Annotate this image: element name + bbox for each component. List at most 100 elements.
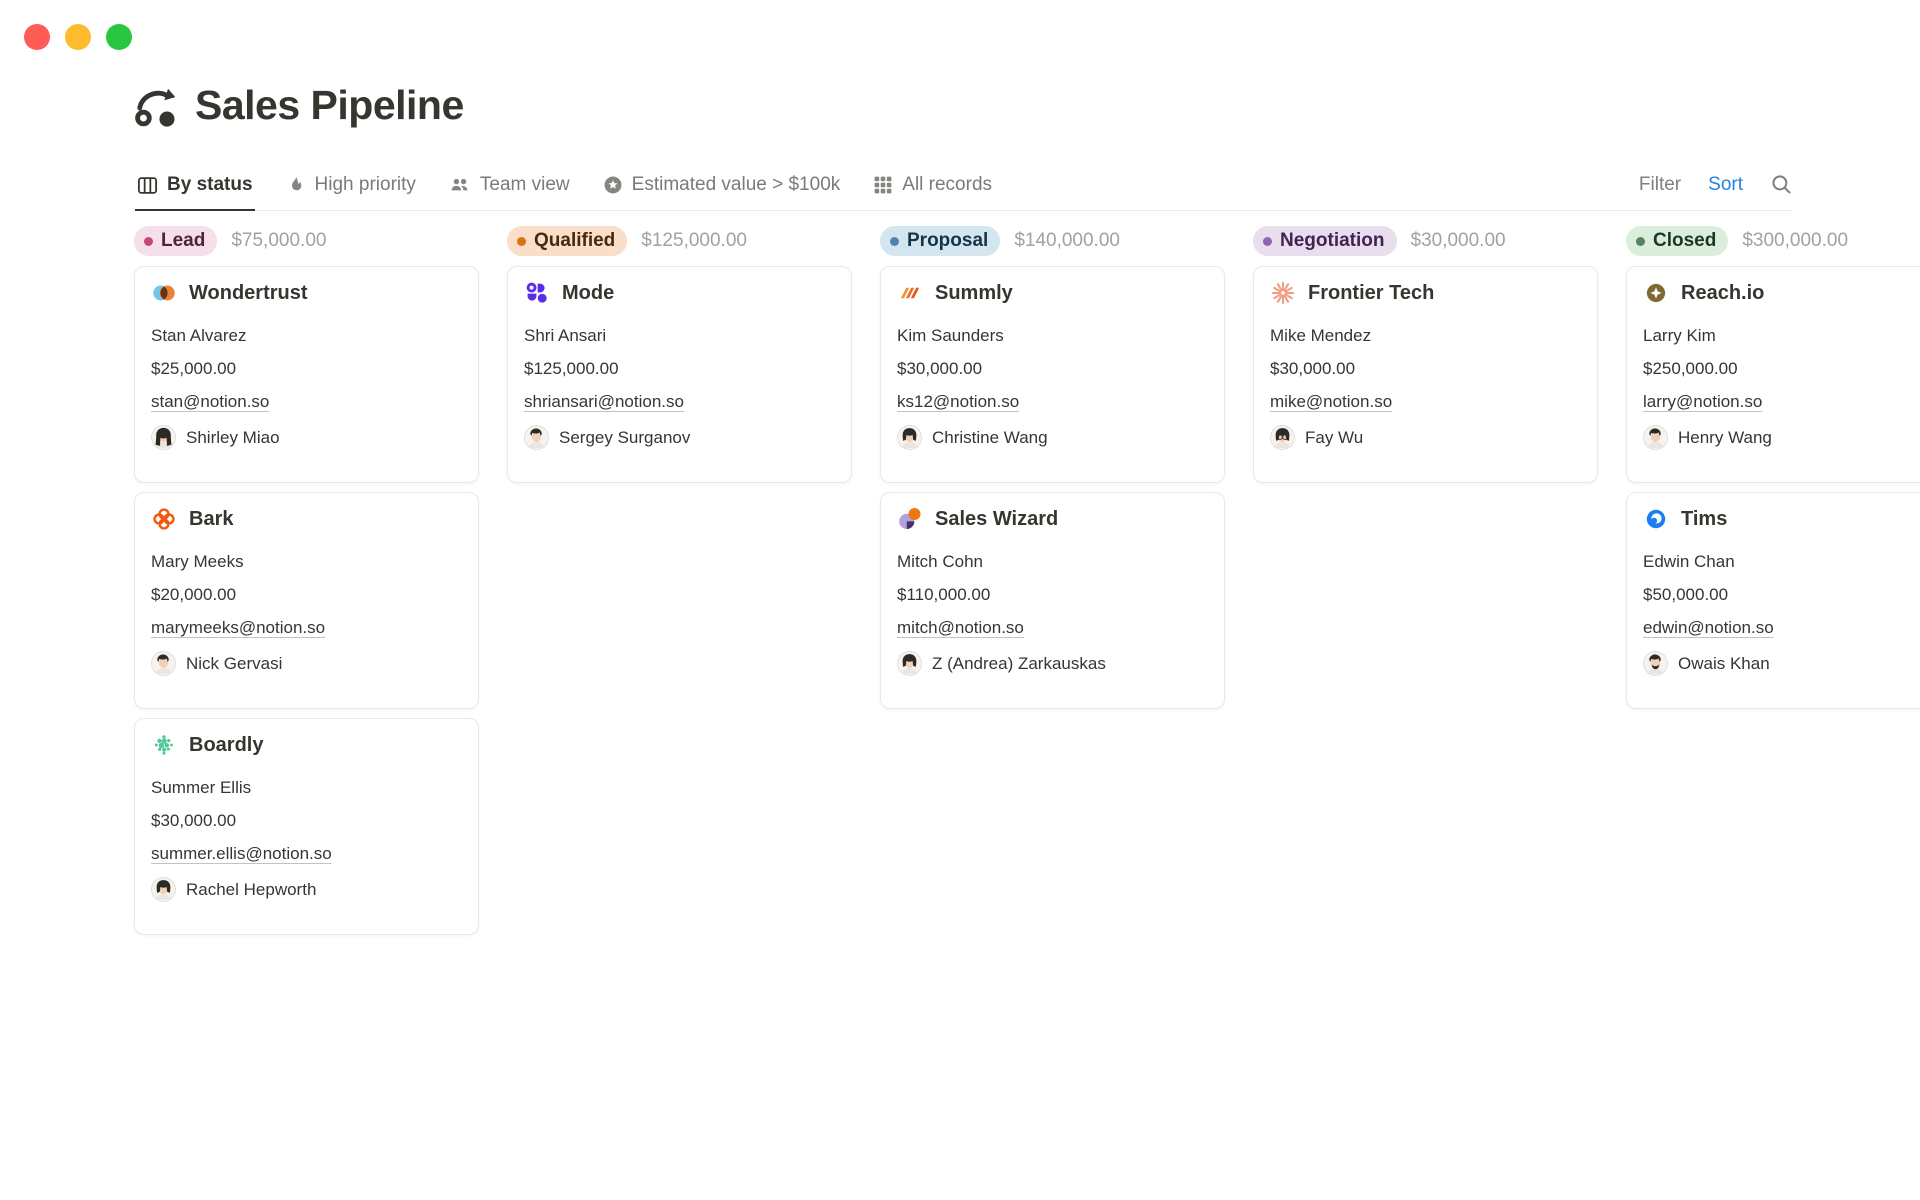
card-title-row: Sales Wizard [897,506,1208,532]
card-title-row: Mode [524,280,835,306]
status-label: Closed [1653,230,1716,252]
contact-email[interactable]: mike@notion.so [1270,392,1392,411]
window-controls [24,24,132,50]
minimize-button[interactable] [65,24,91,50]
tab-all-records[interactable]: All records [871,164,994,211]
column-total: $140,000.00 [1014,230,1120,252]
contact-email[interactable]: shriansari@notion.so [524,392,684,411]
card-mode[interactable]: ModeShri Ansari$125,000.00shriansari@not… [507,266,852,483]
company-name: Reach.io [1681,282,1764,305]
close-button[interactable] [24,24,50,50]
card-title-row: Boardly [151,732,462,758]
search-icon[interactable] [1770,173,1793,196]
column-total: $300,000.00 [1742,230,1848,252]
contact-name: Mitch Cohn [897,552,1208,572]
deal-amount: $20,000.00 [151,585,462,605]
card-summly[interactable]: SummlyKim Saunders$30,000.00ks12@notion.… [880,266,1225,483]
reach-io-logo [1643,280,1669,306]
card-title-row: Frontier Tech [1270,280,1581,306]
company-name: Tims [1681,508,1727,531]
status-pill-negotiation[interactable]: Negotiation [1253,226,1397,256]
bark-logo [151,506,177,532]
summly-logo [897,280,923,306]
company-name: Boardly [189,734,263,757]
contact-email[interactable]: mitch@notion.so [897,618,1024,637]
contact-email[interactable]: stan@notion.so [151,392,269,411]
people-icon [449,175,471,195]
deal-amount: $30,000.00 [897,359,1208,379]
status-pill-qualified[interactable]: Qualified [507,226,627,256]
board-icon [137,175,158,196]
deal-amount: $110,000.00 [897,585,1208,605]
card-bark[interactable]: BarkMary Meeks$20,000.00marymeeks@notion… [134,492,479,709]
sort-button[interactable]: Sort [1708,174,1743,196]
column-proposal: Proposal $140,000.00 SummlyKim Saunders$30… [880,224,1225,935]
mode-logo [524,280,550,306]
owner-row: Fay Wu [1270,425,1581,450]
star-circle-icon [603,175,623,195]
sales-wizard-logo [897,506,923,532]
deal-amount: $50,000.00 [1643,585,1920,605]
card-tims[interactable]: TimsEdwin Chan$50,000.00edwin@notion.soO… [1626,492,1920,709]
card-title-row: Summly [897,280,1208,306]
contact-name: Stan Alvarez [151,326,462,346]
status-dot [1263,237,1272,246]
filter-button[interactable]: Filter [1639,174,1681,196]
card-list: WondertrustStan Alvarez$25,000.00stan@no… [134,266,479,935]
avatar [897,425,922,450]
owner-row: Rachel Hepworth [151,877,462,902]
contact-email[interactable]: ks12@notion.so [897,392,1019,411]
column-header: Lead $75,000.00 [134,224,479,258]
owner-name: Christine Wang [932,428,1048,448]
company-name: Wondertrust [189,282,308,305]
page-title: Sales Pipeline [195,82,464,129]
contact-email[interactable]: marymeeks@notion.so [151,618,325,637]
status-pill-lead[interactable]: Lead [134,226,217,256]
avatar [1643,651,1668,676]
card-list: ModeShri Ansari$125,000.00shriansari@not… [507,266,852,483]
tab-estimated-value-100k[interactable]: Estimated value > $100k [601,164,843,211]
deal-amount: $250,000.00 [1643,359,1920,379]
card-boardly[interactable]: BoardlySummer Ellis$30,000.00summer.elli… [134,718,479,935]
card-reach-io[interactable]: Reach.io Larry Kim $250,000.00 larry@notion… [1626,266,1920,483]
column-total: $75,000.00 [231,230,326,252]
contact-name: Mike Mendez [1270,326,1581,346]
zoom-button[interactable] [106,24,132,50]
contact-email[interactable]: edwin@notion.so [1643,618,1774,637]
avatar [524,425,549,450]
contact-name: Larry Kim [1643,326,1920,346]
flame-icon [286,175,306,195]
view-tabbar: By status High priority Team view Estimated… [135,158,1793,211]
owner-row: Henry Wang [1643,425,1920,450]
column-total: $125,000.00 [641,230,747,252]
column-header: Proposal $140,000.00 [880,224,1225,258]
card-frontier-tech[interactable]: Frontier TechMike Mendez$30,000.00mike@n… [1253,266,1598,483]
column-total: $30,000.00 [1411,230,1506,252]
status-pill-proposal[interactable]: Proposal [880,226,1000,256]
pipeline-icon [133,83,179,129]
status-pill-closed[interactable]: Closed [1626,226,1728,256]
card-wondertrust[interactable]: WondertrustStan Alvarez$25,000.00stan@no… [134,266,479,483]
company-name: Frontier Tech [1308,282,1434,305]
contact-email[interactable]: larry@notion.so [1643,392,1762,411]
tims-logo [1643,506,1669,532]
tab-by-status[interactable]: By status [135,164,255,211]
owner-row: Shirley Miao [151,425,462,450]
status-label: Negotiation [1280,230,1385,252]
card-title-row: Wondertrust [151,280,462,306]
avatar [897,651,922,676]
company-name: Mode [562,282,614,305]
column-header: Negotiation $30,000.00 [1253,224,1598,258]
contact-email[interactable]: summer.ellis@notion.so [151,844,332,863]
card-sales-wizard[interactable]: Sales Wizard Mitch Cohn $110,000.00 mitch@n… [880,492,1225,709]
tab-team-view[interactable]: Team view [447,164,572,211]
view-tabs: By status High priority Team view Estimated… [135,164,1023,210]
column-negotiation: Negotiation $30,000.00 Frontier Tech Mike M… [1253,224,1598,935]
tab-high-priority[interactable]: High priority [284,164,418,211]
column-closed: Closed $300,000.00 Reach.io Larry Kim $250,0… [1626,224,1920,935]
avatar [151,425,176,450]
status-dot [1636,237,1645,246]
deal-amount: $125,000.00 [524,359,835,379]
card-list: SummlyKim Saunders$30,000.00ks12@notion.… [880,266,1225,709]
card-list: Frontier TechMike Mendez$30,000.00mike@n… [1253,266,1598,483]
